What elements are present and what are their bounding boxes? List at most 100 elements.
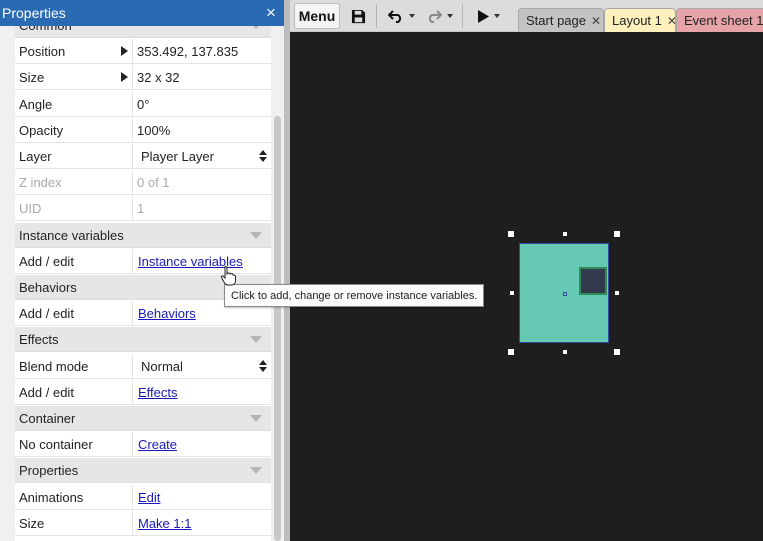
property-value[interactable]: Create: [133, 432, 271, 456]
property-row-position[interactable]: Position 353.492, 137.835: [15, 39, 271, 64]
property-name: Add / edit: [15, 301, 133, 325]
expand-arrow-icon[interactable]: [121, 46, 128, 56]
preview-button[interactable]: [474, 3, 504, 29]
close-icon[interactable]: ✕: [591, 14, 601, 28]
save-icon: [351, 9, 365, 23]
sprite-instance[interactable]: [519, 243, 609, 343]
property-value[interactable]: 353.492, 137.835: [133, 39, 271, 63]
resize-handle-bottom-right[interactable]: [614, 349, 620, 355]
preview-dropdown-icon[interactable]: [494, 14, 500, 18]
property-row-size[interactable]: Size Make 1:1: [15, 511, 271, 536]
property-value-text: 1: [137, 200, 145, 216]
property-value[interactable]: Instance variables: [133, 249, 271, 273]
tab-start-page[interactable]: Start page ✕: [518, 8, 604, 32]
property-value[interactable]: Make 1:1: [133, 511, 271, 535]
property-row-size[interactable]: Size 32 x 32: [15, 65, 271, 90]
sprite-inner-square: [579, 267, 607, 295]
property-name-text: No container: [19, 436, 93, 452]
property-select-value[interactable]: Normal: [137, 359, 183, 374]
collapse-icon[interactable]: [250, 336, 262, 343]
property-value[interactable]: 100%: [133, 118, 271, 142]
property-name-text: Add / edit: [19, 384, 74, 400]
save-button[interactable]: [346, 3, 370, 29]
tab-event-sheet-1[interactable]: Event sheet 1: [676, 8, 763, 32]
redo-icon: [428, 10, 442, 23]
property-link[interactable]: Make 1:1: [137, 516, 191, 531]
resize-handle-top-left[interactable]: [508, 231, 514, 237]
property-value-text: 0°: [137, 96, 150, 112]
tab-label: Layout 1: [612, 13, 662, 28]
property-name-text: Position: [19, 43, 66, 59]
properties-panel: Properties × Common Position 353.492, 137.…: [0, 0, 284, 541]
resize-handle-top[interactable]: [563, 232, 567, 236]
property-value-text: 0 of 1: [137, 174, 170, 190]
property-value[interactable]: Edit: [133, 485, 271, 509]
property-name: Opacity: [15, 118, 133, 142]
property-name: Add / edit: [15, 249, 133, 273]
property-name-text: Angle: [19, 96, 53, 112]
tab-label: Event sheet 1: [684, 13, 763, 28]
undo-icon: [387, 10, 401, 23]
properties-title: Properties: [2, 5, 66, 21]
undo-button[interactable]: [384, 3, 418, 29]
tab-layout-1[interactable]: Layout 1 ✕: [604, 8, 676, 32]
property-value[interactable]: Player Layer: [133, 144, 271, 168]
property-row-add-edit[interactable]: Add / edit Effects: [15, 380, 271, 405]
select-arrows-icon[interactable]: [259, 150, 267, 162]
collapse-icon[interactable]: [250, 467, 262, 474]
property-name-text: UID: [19, 200, 42, 216]
resize-handle-bottom-left[interactable]: [508, 349, 514, 355]
section-header-properties[interactable]: Properties: [15, 458, 271, 483]
close-icon[interactable]: ×: [258, 3, 284, 23]
section-header-container[interactable]: Container: [15, 406, 271, 431]
property-name-text: Size: [19, 515, 45, 531]
property-value[interactable]: Normal: [133, 354, 271, 378]
close-icon[interactable]: ✕: [667, 14, 675, 28]
menu-button[interactable]: Menu: [294, 3, 340, 29]
property-row-angle[interactable]: Angle 0°: [15, 92, 271, 117]
property-value-text: 353.492, 137.835: [137, 43, 239, 59]
property-value[interactable]: 0°: [133, 92, 271, 116]
property-name-text: Add / edit: [19, 305, 74, 321]
property-name-text: Animations: [19, 489, 84, 505]
property-row-no-container[interactable]: No container Create: [15, 432, 271, 457]
property-row-uid: UID 1: [15, 196, 271, 221]
property-row-blend-mode[interactable]: Blend mode Normal: [15, 354, 271, 379]
property-name: Z index: [15, 170, 133, 194]
resize-handle-top-right[interactable]: [614, 231, 620, 237]
section-label: Common: [19, 26, 72, 33]
sprite-origin-marker: [563, 292, 567, 296]
collapse-icon[interactable]: [250, 232, 262, 239]
resize-handle-left[interactable]: [510, 291, 514, 295]
property-row-layer[interactable]: Layer Player Layer: [15, 144, 271, 169]
select-arrows-icon[interactable]: [259, 360, 267, 372]
properties-titlebar: Properties ×: [0, 0, 284, 26]
redo-button[interactable]: [422, 3, 456, 29]
property-row-opacity[interactable]: Opacity 100%: [15, 118, 271, 143]
property-row-animations[interactable]: Animations Edit: [15, 485, 271, 510]
section-label: Effects: [19, 331, 59, 347]
property-link[interactable]: Effects: [137, 385, 178, 400]
section-header-common[interactable]: Common: [15, 26, 271, 38]
collapse-icon[interactable]: [250, 415, 262, 422]
undo-dropdown-icon[interactable]: [408, 14, 415, 18]
property-link[interactable]: Create: [137, 437, 177, 452]
section-header-instance-variables[interactable]: Instance variables: [15, 223, 271, 248]
property-name-text: Z index: [19, 174, 62, 190]
section-header-effects[interactable]: Effects: [15, 327, 271, 352]
play-icon: [478, 9, 489, 23]
properties-scroll-thumb[interactable]: [274, 116, 281, 541]
property-select-value[interactable]: Player Layer: [137, 149, 214, 164]
resize-handle-right[interactable]: [615, 291, 619, 295]
resize-handle-bottom[interactable]: [563, 350, 567, 354]
collapse-icon[interactable]: [250, 26, 262, 29]
property-link[interactable]: Behaviors: [137, 306, 196, 321]
property-link[interactable]: Edit: [137, 490, 160, 505]
toolbar-separator: [376, 4, 377, 28]
property-name: Position: [15, 39, 133, 63]
property-value[interactable]: 32 x 32: [133, 65, 271, 89]
expand-arrow-icon[interactable]: [121, 72, 128, 82]
property-value: 0 of 1: [133, 170, 271, 194]
property-value[interactable]: Effects: [133, 380, 271, 404]
redo-dropdown-icon[interactable]: [446, 14, 453, 18]
